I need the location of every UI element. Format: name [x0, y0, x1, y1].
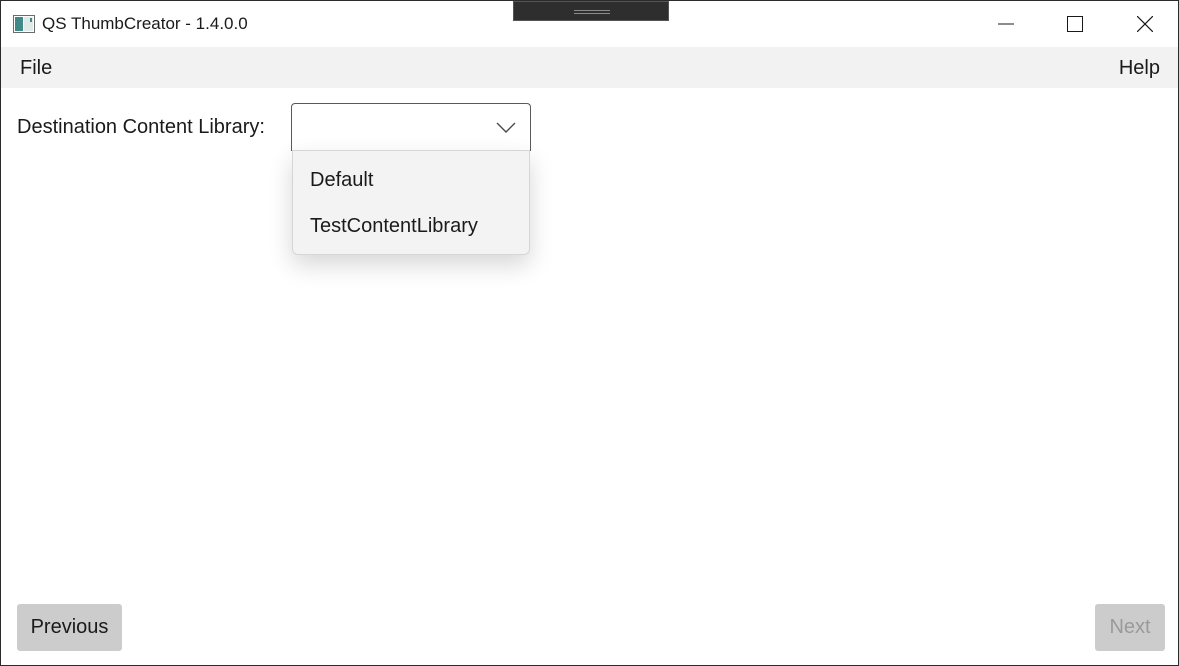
- menu-bar: File Help: [1, 47, 1178, 88]
- title-bar[interactable]: QS ThumbCreator - 1.4.0.0: [1, 1, 1178, 47]
- minimize-button[interactable]: [971, 1, 1041, 47]
- next-button[interactable]: Next: [1095, 604, 1165, 651]
- destination-content-library-label: Destination Content Library:: [17, 116, 265, 138]
- dropdown-option-testcontentlibrary[interactable]: TestContentLibrary: [310, 215, 478, 238]
- maximize-button[interactable]: [1040, 1, 1110, 47]
- window-title: QS ThumbCreator - 1.4.0.0: [42, 14, 248, 33]
- destination-content-library-combobox[interactable]: [291, 103, 531, 151]
- snap-layout-handle[interactable]: [513, 1, 669, 21]
- app-window: QS ThumbCreator - 1.4.0.0 File Help Dest…: [0, 0, 1179, 666]
- close-button[interactable]: [1110, 1, 1178, 47]
- app-window-icon: [13, 15, 35, 33]
- minimize-icon: [998, 23, 1014, 25]
- grip-icon: [574, 10, 610, 14]
- dropdown-option-default[interactable]: Default: [310, 169, 373, 192]
- previous-button[interactable]: Previous: [17, 604, 122, 651]
- close-icon: [1137, 16, 1153, 32]
- chevron-down-icon[interactable]: [496, 120, 516, 139]
- menu-help[interactable]: Help: [1119, 57, 1160, 80]
- menu-file[interactable]: File: [20, 57, 52, 80]
- maximize-icon: [1067, 16, 1083, 32]
- destination-content-library-dropdown: Default TestContentLibrary: [292, 150, 530, 255]
